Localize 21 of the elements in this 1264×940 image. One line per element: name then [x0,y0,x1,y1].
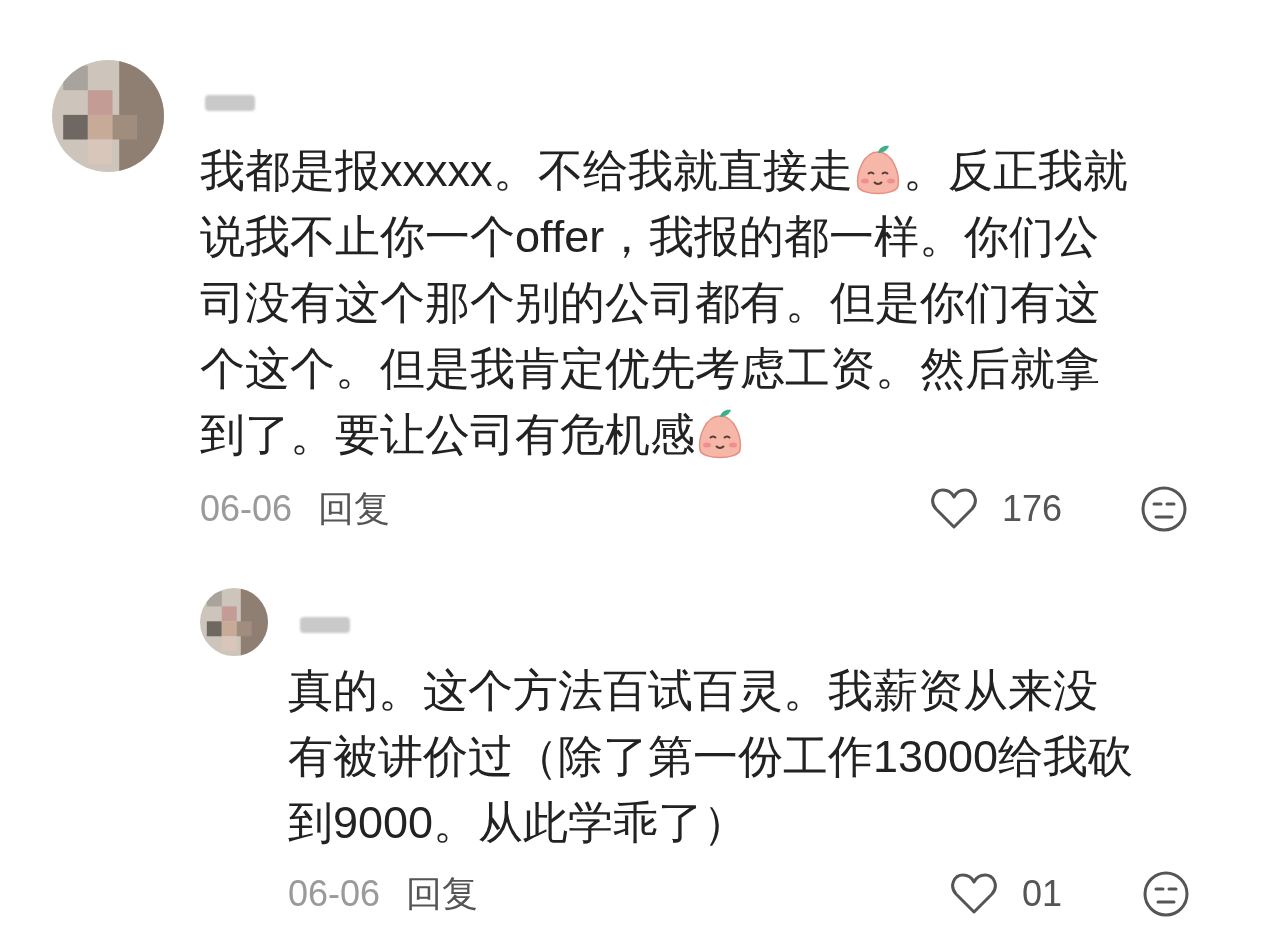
heart-icon[interactable] [930,487,978,531]
blurred-username [205,95,255,111]
comment-date: 06-06 [288,872,381,916]
comment-date: 06-06 [200,487,293,531]
like-count: 01 [1022,872,1063,916]
reply-link[interactable]: 回复 [406,867,479,921]
face-icon[interactable] [1140,485,1188,533]
blurred-username [300,617,350,633]
like-count: 176 [1002,487,1063,531]
comment-text: 说我不止你一个offer，我报的都一样。你们公 [200,210,1100,264]
comment-text: 司没有这个那个别的公司都有。但是你们有这 [200,276,1100,330]
reply-link[interactable]: 回复 [318,482,391,536]
comment-text: 我都是报xxxxx。不给我就直接走 [200,144,853,198]
comment-text: 到9000。从此学乖了） [288,796,749,850]
face-icon[interactable] [1142,870,1190,918]
comment-text: 真的。这个方法百试百灵。我薪资从来没 [288,664,1098,718]
comment-text: 。反正我就 [902,144,1128,198]
comment-text: 到了。要让公司有危机感 [200,408,695,462]
comment-text: 个这个。但是我肯定优先考虑工资。然后就拿 [200,342,1100,396]
heart-icon[interactable] [950,872,998,916]
comment-text: 有被讲价过（除了第一份工作13000给我砍 [288,730,1134,784]
